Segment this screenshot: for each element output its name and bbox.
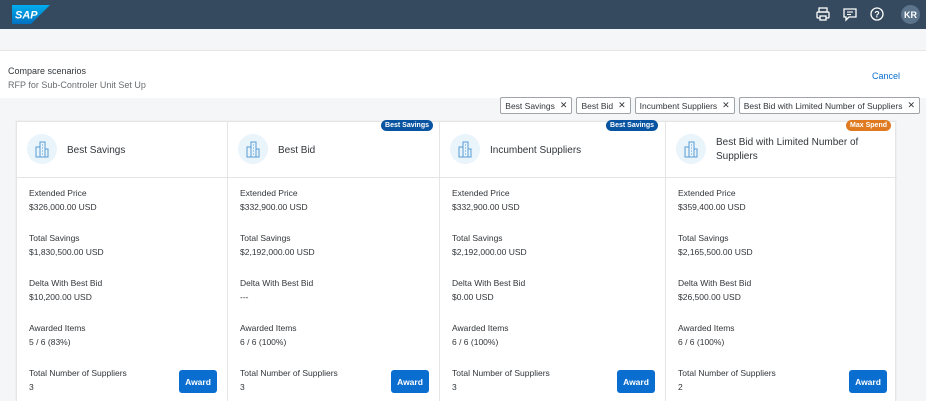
total-savings: Total Savings $2,192,000.00 USD bbox=[452, 233, 527, 257]
cancel-link[interactable]: Cancel bbox=[872, 71, 900, 81]
extended-price: Extended Price $359,400.00 USD bbox=[678, 188, 746, 212]
remove-token-icon[interactable]: ✕ bbox=[618, 100, 626, 111]
token-label: Incumbent Suppliers bbox=[639, 100, 718, 111]
extended-price: Extended Price $332,900.00 USD bbox=[240, 188, 308, 212]
total-suppliers: Total Number of Suppliers 3 bbox=[29, 368, 127, 392]
scenario-comparison: Best Savings Extended Price $326,000.00 U… bbox=[16, 120, 897, 401]
feedback-icon[interactable] bbox=[842, 6, 858, 22]
award-button[interactable]: Award bbox=[849, 370, 887, 393]
user-avatar[interactable]: KR bbox=[901, 5, 920, 24]
scenario-column-best-savings: Best Savings Extended Price $326,000.00 U… bbox=[17, 122, 228, 401]
scenario-tokens: Best Savings ✕ Best Bid ✕ Incumbent Supp… bbox=[500, 97, 920, 114]
awarded-items: Awarded Items 5 / 6 (83%) bbox=[29, 323, 86, 347]
column-title: Incumbent Suppliers bbox=[490, 145, 582, 156]
print-icon[interactable] bbox=[815, 6, 831, 22]
total-savings: Total Savings $2,192,000.00 USD bbox=[240, 233, 315, 257]
scenario-column-best-bid: Best Savings Best Bid Extended Price $332… bbox=[228, 120, 440, 401]
token-best-savings: Best Savings ✕ bbox=[500, 97, 573, 114]
remove-token-icon[interactable]: ✕ bbox=[907, 100, 915, 111]
awarded-items: Awarded Items 6 / 6 (100%) bbox=[240, 323, 297, 347]
column-header: Best Bid with Limited Number of Supplier… bbox=[666, 122, 897, 178]
total-suppliers: Total Number of Suppliers 2 bbox=[678, 368, 776, 392]
page-title: Compare scenarios bbox=[8, 66, 87, 76]
delta-with-best-bid: Delta With Best Bid $0.00 USD bbox=[452, 278, 526, 302]
column-title: Best Savings bbox=[67, 145, 126, 156]
column-title: Best Bid bbox=[278, 145, 316, 156]
shell-bar: SAP ? KR bbox=[0, 0, 926, 29]
token-best-bid-limited: Best Bid with Limited Number of Supplier… bbox=[738, 97, 920, 114]
building-icon bbox=[450, 134, 480, 164]
total-suppliers: Total Number of Suppliers 3 bbox=[240, 368, 338, 392]
token-label: Best Bid with Limited Number of Supplier… bbox=[743, 100, 903, 111]
token-best-bid: Best Bid ✕ bbox=[576, 97, 631, 114]
scenario-column-best-bid-limited: Max Spend Best Bid with Limited Number o… bbox=[666, 120, 897, 401]
sap-logo[interactable]: SAP bbox=[12, 5, 50, 24]
delta-with-best-bid: Delta With Best Bid $10,200.00 USD bbox=[29, 278, 103, 302]
extended-price: Extended Price $332,900.00 USD bbox=[452, 188, 520, 212]
page-subtitle: RFP for Sub-Controler Unit Set Up bbox=[8, 80, 146, 90]
award-button[interactable]: Award bbox=[179, 370, 217, 393]
token-label: Best Savings bbox=[505, 100, 555, 111]
token-label: Best Bid bbox=[581, 100, 614, 111]
building-icon bbox=[676, 134, 706, 164]
building-icon bbox=[238, 134, 268, 164]
page-header bbox=[0, 50, 926, 98]
column-header: Incumbent Suppliers bbox=[440, 122, 665, 178]
token-incumbent-suppliers: Incumbent Suppliers ✕ bbox=[634, 97, 735, 114]
total-savings: Total Savings $1,830,500.00 USD bbox=[29, 233, 104, 257]
building-icon bbox=[27, 134, 57, 164]
awarded-items: Awarded Items 6 / 6 (100%) bbox=[678, 323, 735, 347]
logo-text: SAP bbox=[15, 10, 38, 22]
extended-price: Extended Price $326,000.00 USD bbox=[29, 188, 97, 212]
help-icon[interactable]: ? bbox=[869, 6, 885, 22]
column-header: Best Bid bbox=[228, 122, 439, 178]
column-header: Best Savings bbox=[17, 122, 227, 178]
column-title: Best Bid with Limited Number of Supplier… bbox=[716, 137, 859, 162]
remove-token-icon[interactable]: ✕ bbox=[560, 100, 568, 111]
awarded-items: Awarded Items 6 / 6 (100%) bbox=[452, 323, 509, 347]
remove-token-icon[interactable]: ✕ bbox=[722, 100, 730, 111]
total-savings: Total Savings $2,165,500.00 USD bbox=[678, 233, 753, 257]
svg-text:?: ? bbox=[874, 9, 880, 19]
award-button[interactable]: Award bbox=[391, 370, 429, 393]
scenario-column-incumbent-suppliers: Best Savings Incumbent Suppliers Extende… bbox=[440, 120, 666, 401]
delta-with-best-bid: Delta With Best Bid --- bbox=[240, 278, 314, 302]
delta-with-best-bid: Delta With Best Bid $26,500.00 USD bbox=[678, 278, 752, 302]
award-button[interactable]: Award bbox=[617, 370, 655, 393]
total-suppliers: Total Number of Suppliers 3 bbox=[452, 368, 550, 392]
